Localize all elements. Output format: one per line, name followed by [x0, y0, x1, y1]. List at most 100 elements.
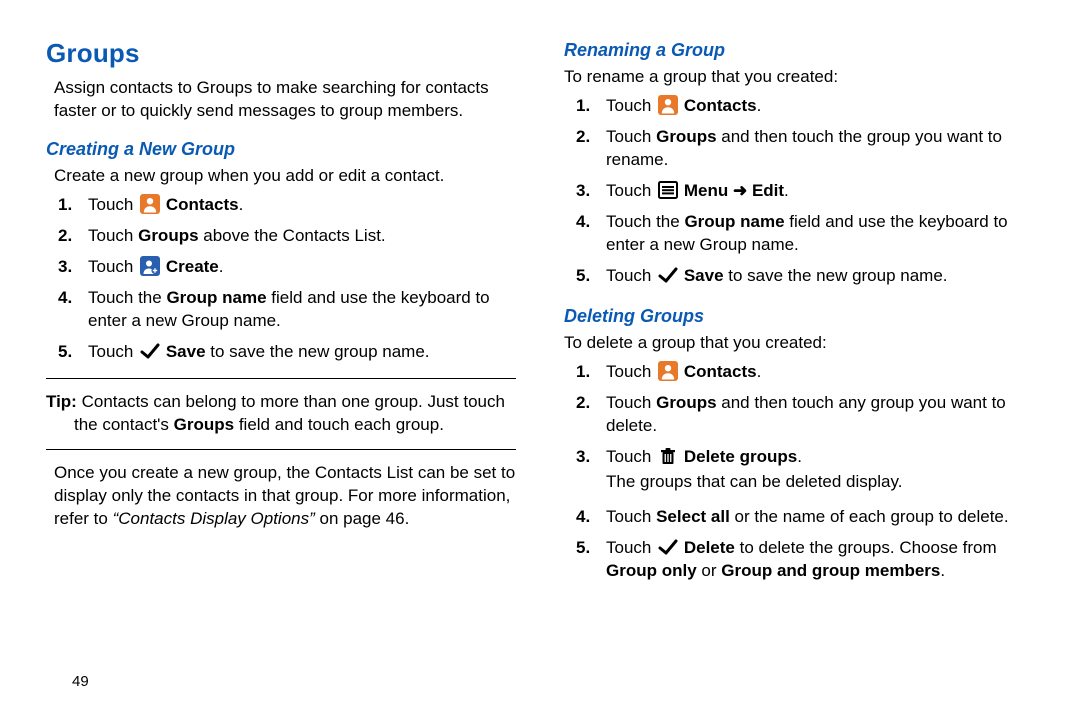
step-number: 3. — [576, 180, 590, 203]
step-text: Touch — [88, 226, 138, 245]
step-text: Touch — [606, 127, 656, 146]
step: 4. Touch Select all or the name of each … — [588, 504, 1034, 531]
left-column: Groups Assign contacts to Groups to make… — [22, 36, 540, 589]
step-text: Touch — [606, 447, 651, 466]
period: . — [219, 257, 224, 276]
label-save: Save — [166, 342, 206, 361]
label-delete: Delete — [684, 538, 735, 557]
step: 5. Touch Save to save the new group name… — [70, 339, 516, 366]
step-text: Touch — [606, 96, 651, 115]
option-group-and-members: Group and group members — [721, 561, 940, 580]
step-number: 1. — [576, 361, 590, 384]
step-number: 3. — [576, 446, 590, 469]
creating-steps: 1. Touch Contacts. 2. Touch Groups above… — [46, 192, 516, 366]
label-menu: Menu — [684, 181, 728, 200]
step-text: Touch — [606, 266, 651, 285]
checkmark-icon — [140, 341, 160, 361]
step: 2. Touch Groups and then touch any group… — [588, 390, 1034, 440]
tip-label: Tip: — [46, 392, 77, 411]
step: 4. Touch the Group name field and use th… — [70, 285, 516, 335]
tip-line2: the contact's Groups field and touch eac… — [74, 414, 516, 437]
step: 2. Touch Groups and then touch the group… — [588, 124, 1034, 174]
step-text: . — [940, 561, 945, 580]
divider — [46, 378, 516, 379]
renaming-lead: To rename a group that you created: — [564, 66, 1034, 89]
step: 2. Touch Groups above the Contacts List. — [70, 223, 516, 250]
create-icon — [140, 256, 160, 276]
step-text: above the Contacts List. — [199, 226, 386, 245]
step-text: to save the new group name. — [724, 266, 948, 285]
step-number: 4. — [576, 211, 590, 234]
period: . — [797, 447, 802, 466]
step: 3. Touch Menu ➜ Edit. — [588, 178, 1034, 205]
label-group-name: Group name — [166, 288, 266, 307]
step-number: 1. — [58, 194, 72, 217]
label-delete-groups: Delete groups — [684, 447, 797, 466]
step-number: 5. — [58, 341, 72, 364]
step: 1. Touch Contacts. — [70, 192, 516, 219]
label-select-all: Select all — [656, 507, 730, 526]
step: 1. Touch Contacts. — [588, 93, 1034, 120]
step: 3. Touch Delete groups. The groups that … — [588, 444, 1034, 500]
step-number: 5. — [576, 537, 590, 560]
checkmark-icon — [658, 537, 678, 557]
period: . — [784, 181, 789, 200]
tip-text: Contacts can belong to more than one gro… — [77, 392, 505, 411]
step-text: Touch the — [606, 212, 684, 231]
post-text: on page 46. — [315, 509, 410, 528]
tip-text: the contact's — [74, 415, 174, 434]
deleting-steps: 1. Touch Contacts. 2. Touch Groups and t… — [564, 359, 1034, 585]
step-text: to delete the groups. Choose from — [735, 538, 997, 557]
label-contacts: Contacts — [684, 362, 757, 381]
menu-icon — [658, 180, 678, 200]
tip-line1: Tip: Contacts can belong to more than on… — [46, 391, 516, 414]
step-number: 1. — [576, 95, 590, 118]
period: . — [757, 96, 762, 115]
period: . — [239, 195, 244, 214]
trash-icon — [658, 446, 678, 466]
contacts-icon — [658, 361, 678, 381]
label-groups: Groups — [174, 415, 234, 434]
subheading-deleting: Deleting Groups — [564, 304, 1034, 328]
label-create: Create — [166, 257, 219, 276]
deleting-lead: To delete a group that you created: — [564, 332, 1034, 355]
step-text: Touch the — [88, 288, 166, 307]
creating-lead: Create a new group when you add or edit … — [54, 165, 516, 188]
step-number: 2. — [576, 392, 590, 415]
post-tip-paragraph: Once you create a new group, the Contact… — [54, 462, 516, 531]
step-text: Touch — [88, 257, 133, 276]
cross-reference: “Contacts Display Options” — [113, 509, 315, 528]
step-text: Touch — [606, 181, 651, 200]
period: . — [757, 362, 762, 381]
step-text: Touch — [606, 362, 651, 381]
step-text: Touch — [606, 507, 656, 526]
step-text: Touch — [88, 195, 133, 214]
option-group-only: Group only — [606, 561, 697, 580]
step-text: Touch — [606, 393, 656, 412]
label-group-name: Group name — [684, 212, 784, 231]
contacts-icon — [140, 194, 160, 214]
step-text: Touch — [606, 538, 651, 557]
section-heading-groups: Groups — [46, 36, 516, 71]
manual-page: Groups Assign contacts to Groups to make… — [0, 0, 1080, 589]
tip-block: Tip: Contacts can belong to more than on… — [46, 391, 516, 437]
step-text: or the name of each group to delete. — [730, 507, 1009, 526]
subheading-renaming: Renaming a Group — [564, 38, 1034, 62]
intro-text: Assign contacts to Groups to make search… — [54, 77, 516, 123]
label-edit: Edit — [752, 181, 784, 200]
label-groups: Groups — [656, 393, 716, 412]
step-text: to save the new group name. — [206, 342, 430, 361]
contacts-icon — [658, 95, 678, 115]
step-text: Touch — [88, 342, 133, 361]
step: 5. Touch Save to save the new group name… — [588, 263, 1034, 290]
renaming-steps: 1. Touch Contacts. 2. Touch Groups and t… — [564, 93, 1034, 290]
label-save: Save — [684, 266, 724, 285]
step: 3. Touch Create. — [70, 254, 516, 281]
step-text: or — [697, 561, 722, 580]
label-contacts: Contacts — [166, 195, 239, 214]
step: 5. Touch Delete to delete the groups. Ch… — [588, 535, 1034, 585]
label-contacts: Contacts — [684, 96, 757, 115]
label-groups: Groups — [656, 127, 716, 146]
right-column: Renaming a Group To rename a group that … — [540, 36, 1058, 589]
step-number: 5. — [576, 265, 590, 288]
